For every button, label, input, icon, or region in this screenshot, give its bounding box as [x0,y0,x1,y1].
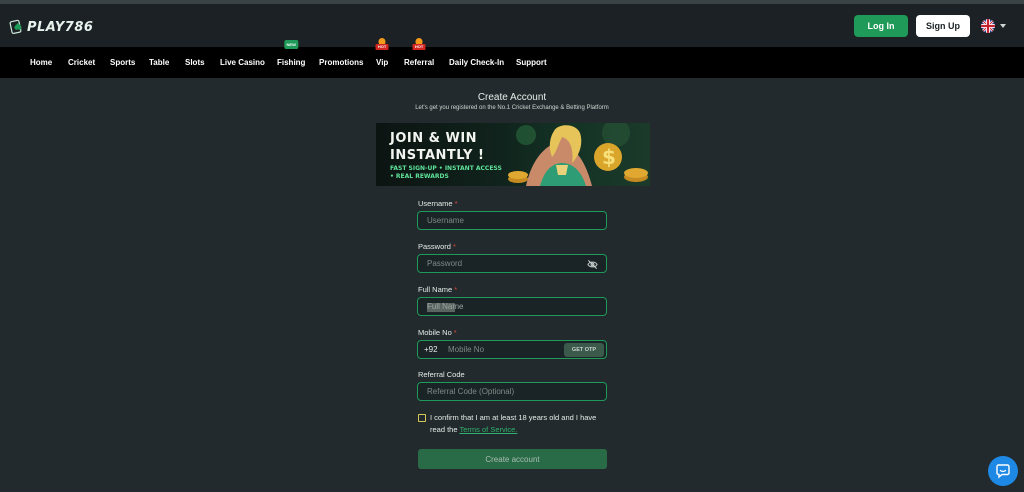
svg-text:$: $ [602,145,616,169]
signup-button[interactable]: Sign Up [916,15,970,37]
required-asterisk: * [454,199,458,208]
language-selector[interactable] [981,19,1006,33]
terms-of-service-link[interactable]: Terms of Service. [459,425,517,434]
hot-badge-icon: HOT [412,38,426,51]
referral-label: Referral Code [418,370,465,379]
username-label: Username * [418,199,458,208]
eye-off-icon[interactable] [587,259,598,270]
nav-item-daily-check-in[interactable]: Daily Check-In [449,47,504,78]
nav-item-cricket[interactable]: Cricket [68,47,95,78]
required-asterisk: * [454,285,458,294]
brand-logo[interactable]: PLAY786 [9,16,93,38]
logo-text: PLAY786 [27,19,94,35]
nav-item-slots[interactable]: Slots [185,47,205,78]
password-label-text: Password [418,242,451,251]
hot-badge-icon: HOT [375,38,389,51]
country-code-prefix: +92 [424,345,438,354]
full-name-input[interactable] [418,298,606,315]
banner-character-illustration: $ [508,123,648,186]
nav-item-promotions[interactable]: Promotions [319,47,363,78]
promo-banner[interactable]: JOIN & WIN INSTANTLY ! FAST SIGN-UP • IN… [376,123,650,186]
full-name-label-text: Full Name [418,285,453,294]
username-field-wrapper [417,211,607,230]
banner-tagline: FAST SIGN-UP • INSTANT ACCESS [390,165,502,172]
main-nav: Home Cricket Sports Table Slots Live Cas… [0,38,1024,78]
banner-tagline-2: • REAL REWARDS [390,173,449,180]
nav-item-vip[interactable]: HOT Vip [375,38,389,78]
page-title: Create Account [477,92,547,103]
create-account-button[interactable]: Create account [418,449,607,469]
username-label-text: Username [418,199,453,208]
nav-item-live-casino[interactable]: Live Casino [220,47,265,78]
spade-card-icon [9,19,22,35]
nav-item-table[interactable]: Table [149,47,169,78]
chat-bubble-icon [996,464,1010,479]
referral-field-wrapper [417,382,607,401]
nav-item-label: Fishing [277,58,306,67]
chevron-down-icon [1000,24,1006,28]
age-consent-checkbox[interactable] [418,414,426,422]
mobile-input[interactable] [448,341,578,358]
nav-item-referral[interactable]: HOT Referral [404,38,435,78]
mobile-label-text: Mobile No [418,328,452,337]
mobile-label: Mobile No * [418,328,457,337]
required-asterisk: * [452,242,456,251]
banner-headline: JOIN & WIN [390,131,478,146]
hot-tag: HOT [412,44,426,50]
nav-item-support[interactable]: Support [516,47,547,78]
full-name-label: Full Name * [418,285,457,294]
username-input[interactable] [418,212,606,229]
banner-headline-2: INSTANTLY ! [390,148,485,163]
nav-item-label: Referral [404,58,435,67]
mobile-field-wrapper: +92 GET OTP [417,340,607,359]
full-name-field-wrapper [417,297,607,316]
hot-tag: HOT [375,44,389,50]
uk-flag-icon [981,19,995,33]
live-chat-button[interactable] [988,456,1018,486]
nav-item-home[interactable]: Home [30,47,52,78]
nav-item-fishing[interactable]: NEW Fishing [277,40,306,78]
required-asterisk: * [453,328,457,337]
nav-item-label: Vip [376,58,389,67]
password-label: Password * [418,242,456,251]
nav-item-sports[interactable]: Sports [110,47,135,78]
page-subtitle: Let's get you registered on the No.1 Cri… [415,105,609,111]
age-consent-text: I confirm that I am at least 18 years ol… [430,412,610,436]
site-header: PLAY786 Log In Sign Up [0,4,1024,47]
get-otp-button[interactable]: GET OTP [564,343,604,357]
password-input[interactable] [418,255,606,272]
password-field-wrapper [417,254,607,273]
referral-code-input[interactable] [418,383,606,400]
new-badge: NEW [284,40,298,49]
login-button[interactable]: Log In [854,15,908,37]
